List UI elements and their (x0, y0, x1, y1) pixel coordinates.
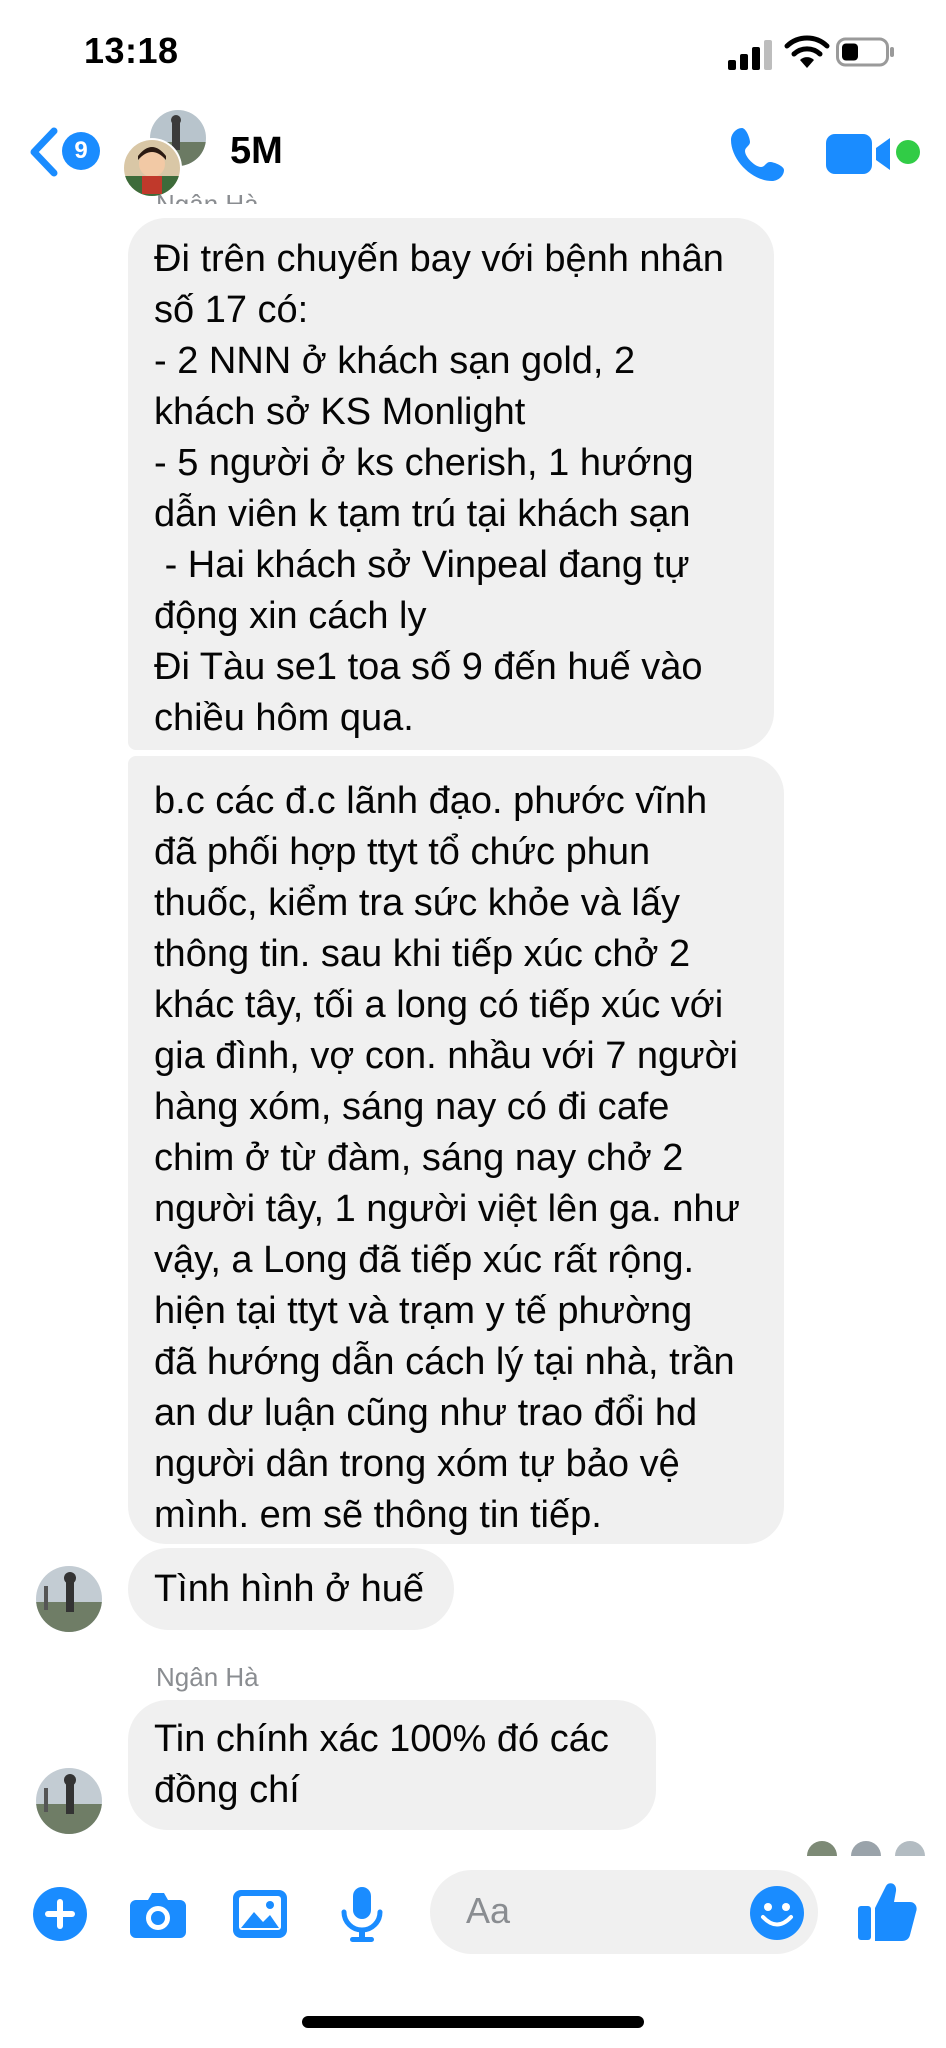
home-indicator[interactable] (302, 2016, 644, 2028)
phone-icon[interactable] (728, 124, 788, 184)
sender-avatar[interactable] (36, 1768, 102, 1834)
sender-avatar[interactable] (36, 1566, 102, 1632)
back-chevron-icon (30, 127, 58, 177)
plus-icon[interactable] (30, 1884, 90, 1944)
sender-name: Ngân Hà (156, 1662, 259, 1692)
sender-name: Ngân Hà (156, 189, 259, 204)
conversation-header: 9 5M (0, 100, 946, 204)
cellular-signal-icon (728, 40, 772, 70)
status-time: 13:18 (84, 30, 179, 71)
wifi-icon (784, 35, 830, 68)
message-bubble[interactable]: Đi trên chuyến bay với bệnh nhân số 17 c… (128, 218, 774, 750)
microphone-icon[interactable] (332, 1884, 392, 1944)
online-status-dot (896, 140, 920, 164)
message-bubble[interactable]: b.c các đ.c lãnh đạo. phước vĩnh đã phối… (128, 756, 784, 1544)
thumbs-up-icon[interactable] (856, 1880, 918, 1944)
conversation-title[interactable]: 5M (230, 130, 283, 173)
message-bubble[interactable]: Tình hình ở huế (128, 1548, 454, 1630)
photo-icon[interactable] (230, 1884, 290, 1944)
status-bar: 13:18 (0, 0, 946, 100)
message-input-placeholder: Aa (466, 1890, 511, 1931)
message-composer: Aa (0, 1856, 946, 1976)
read-receipt-avatars (807, 1841, 925, 1856)
camera-icon[interactable] (128, 1884, 188, 1944)
unread-count-badge: 9 (62, 132, 100, 170)
emoji-icon[interactable] (748, 1884, 806, 1942)
message-input[interactable]: Aa (430, 1870, 818, 1954)
battery-icon (836, 37, 894, 67)
message-bubble[interactable]: Tin chính xác 100% đó các đồng chí (128, 1700, 656, 1830)
back-button[interactable]: 9 (26, 124, 100, 180)
video-camera-icon[interactable] (824, 126, 898, 182)
